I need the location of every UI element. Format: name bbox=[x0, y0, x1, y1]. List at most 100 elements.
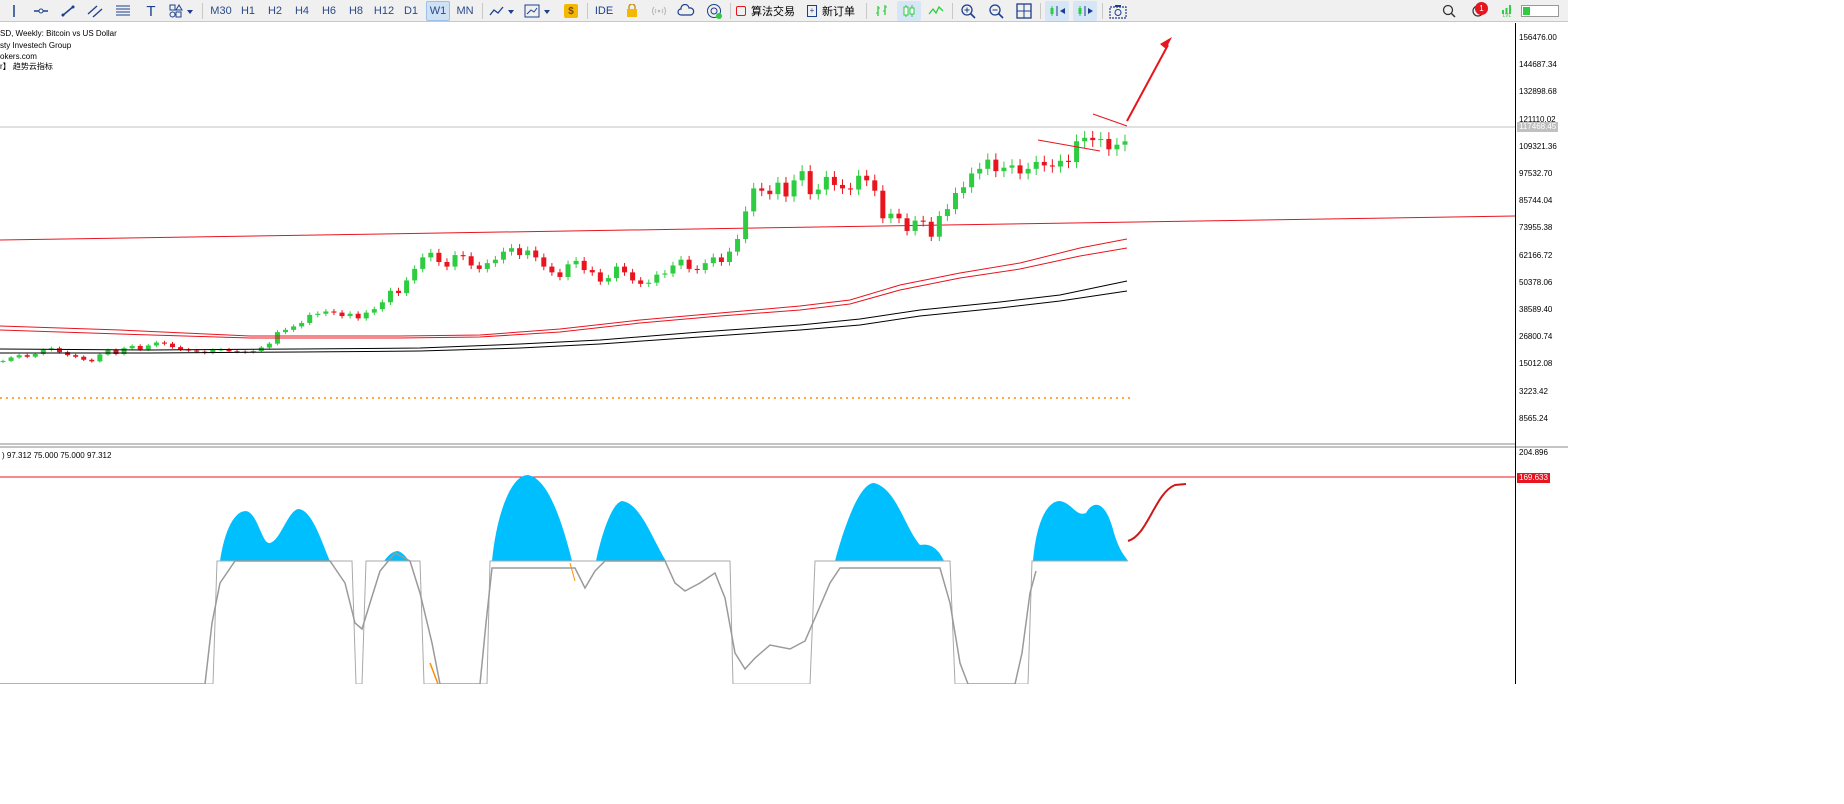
indicators-dropdown[interactable] bbox=[523, 1, 555, 21]
candle-body bbox=[452, 255, 458, 267]
candle-body bbox=[904, 218, 910, 231]
candle-body bbox=[1122, 141, 1128, 145]
bar-chart-icon[interactable] bbox=[871, 1, 893, 21]
signal-level-button[interactable]: LVL bbox=[1499, 1, 1515, 21]
notifications-button[interactable]: 1 bbox=[1466, 1, 1492, 21]
candle-body bbox=[129, 345, 135, 349]
price-axis-label: 50378.06 bbox=[1519, 277, 1553, 287]
candlestick-chart-icon[interactable] bbox=[897, 1, 921, 21]
candle-body bbox=[985, 159, 991, 169]
candle-body bbox=[775, 182, 781, 195]
timeframe-h6[interactable]: H6 bbox=[318, 1, 340, 21]
chart-website-info: okers.com bbox=[0, 52, 37, 61]
candle-body bbox=[468, 256, 474, 266]
connection-status-bar[interactable] bbox=[1519, 1, 1561, 21]
timeframe-h8[interactable]: H8 bbox=[345, 1, 367, 21]
timeframe-h1[interactable]: H1 bbox=[237, 1, 259, 21]
chart-symbol-info: SD, Weekly: Bitcoin vs US Dollar bbox=[0, 29, 117, 38]
signal-icon[interactable] bbox=[648, 1, 670, 21]
text-tool-icon[interactable]: T bbox=[141, 1, 161, 21]
candle-body bbox=[565, 264, 571, 277]
cloud-fill bbox=[835, 483, 944, 561]
forecast-arrow-line bbox=[1126, 44, 1169, 122]
timeframe-m30[interactable]: M30 bbox=[207, 1, 235, 21]
candle-body bbox=[145, 345, 151, 350]
channel-tool-icon[interactable] bbox=[85, 1, 105, 21]
candle-body bbox=[97, 354, 103, 362]
new-order-label: 新订单 bbox=[822, 6, 855, 18]
price-chart-canvas[interactable] bbox=[0, 23, 1568, 684]
tile-windows-icon[interactable] bbox=[1013, 1, 1035, 21]
candle-body bbox=[1114, 144, 1120, 150]
candle-body bbox=[1049, 165, 1055, 167]
candle-body bbox=[1098, 138, 1104, 141]
search-icon[interactable] bbox=[1440, 1, 1458, 21]
candle-body bbox=[492, 259, 498, 264]
fibonacci-tool-icon[interactable] bbox=[112, 1, 134, 21]
candle-body bbox=[896, 213, 902, 219]
cloud-fill bbox=[596, 501, 666, 561]
candle-body bbox=[581, 260, 587, 271]
candle-body bbox=[89, 359, 95, 362]
ide-button[interactable]: IDE bbox=[592, 1, 616, 21]
candle-body bbox=[726, 251, 732, 262]
candle-body bbox=[799, 171, 805, 181]
price-axis-label: 3223.42 bbox=[1519, 386, 1548, 396]
market-bag-icon[interactable] bbox=[622, 1, 642, 21]
candle-body bbox=[718, 257, 724, 262]
zoom-out-icon[interactable] bbox=[985, 1, 1007, 21]
price-axis-label: 144687.34 bbox=[1519, 60, 1557, 70]
trendline-tool-icon[interactable] bbox=[58, 1, 78, 21]
candle-body bbox=[153, 342, 159, 346]
timeframe-d1[interactable]: D1 bbox=[400, 1, 422, 21]
candle-body bbox=[307, 314, 313, 323]
indicator-header: ) 97.312 75.000 75.000 97.312 bbox=[2, 451, 112, 460]
candle-body bbox=[428, 252, 434, 258]
candle-body bbox=[759, 188, 765, 191]
candle-body bbox=[1009, 165, 1015, 168]
candle-body bbox=[977, 168, 983, 174]
cloud-icon[interactable] bbox=[675, 1, 697, 21]
indicator-level-tag: 169.633 bbox=[1517, 473, 1550, 483]
candle-body bbox=[73, 355, 79, 357]
chart-window[interactable]: SD, Weekly: Bitcoin vs US Dollar sty Inv… bbox=[0, 23, 1568, 684]
algo-trading-button[interactable]: 算法交易 bbox=[736, 1, 798, 21]
candle-body bbox=[1041, 161, 1047, 166]
candle-body bbox=[662, 273, 668, 275]
timeframe-h4[interactable]: H4 bbox=[291, 1, 313, 21]
candle-body bbox=[315, 313, 321, 315]
horizontal-line-tool-icon[interactable] bbox=[31, 1, 51, 21]
screenshot-camera-icon[interactable] bbox=[1107, 1, 1129, 21]
price-axis-label: 8565.24 bbox=[1519, 413, 1548, 423]
moving-average-red-2 bbox=[0, 247, 1128, 339]
candle-body bbox=[872, 180, 878, 191]
timeframe-h2[interactable]: H2 bbox=[264, 1, 286, 21]
candle-body bbox=[856, 175, 862, 190]
candle-body bbox=[936, 216, 942, 237]
cloud-fill bbox=[220, 509, 330, 561]
new-order-button[interactable]: + 新订单 bbox=[807, 1, 861, 21]
timeframe-h12[interactable]: H12 bbox=[371, 1, 397, 21]
candle-body bbox=[815, 189, 821, 195]
candle-body bbox=[194, 350, 200, 352]
candle-body bbox=[347, 313, 353, 317]
algo-trading-icon bbox=[736, 6, 746, 16]
candle-body bbox=[57, 348, 63, 353]
vertical-line-tool-icon[interactable] bbox=[4, 1, 24, 21]
chart-shift-icon[interactable] bbox=[1073, 1, 1097, 21]
line-chart-icon[interactable] bbox=[925, 1, 947, 21]
candle-body bbox=[839, 184, 845, 189]
candle-body bbox=[436, 252, 442, 262]
timeframe-w1[interactable]: W1 bbox=[426, 1, 450, 21]
shapes-tool-icon[interactable] bbox=[166, 1, 196, 21]
vps-icon[interactable] bbox=[703, 1, 725, 21]
timeframe-mn[interactable]: MN bbox=[453, 1, 477, 21]
zoom-in-icon[interactable] bbox=[957, 1, 979, 21]
candle-body bbox=[323, 311, 329, 314]
signal-bars-icon bbox=[1502, 4, 1511, 14]
dollar-icon[interactable]: $ bbox=[562, 1, 580, 21]
autoscroll-icon[interactable] bbox=[1045, 1, 1069, 21]
chart-type-dropdown[interactable] bbox=[487, 1, 517, 21]
candle-body bbox=[573, 260, 579, 265]
candle-body bbox=[952, 193, 958, 210]
